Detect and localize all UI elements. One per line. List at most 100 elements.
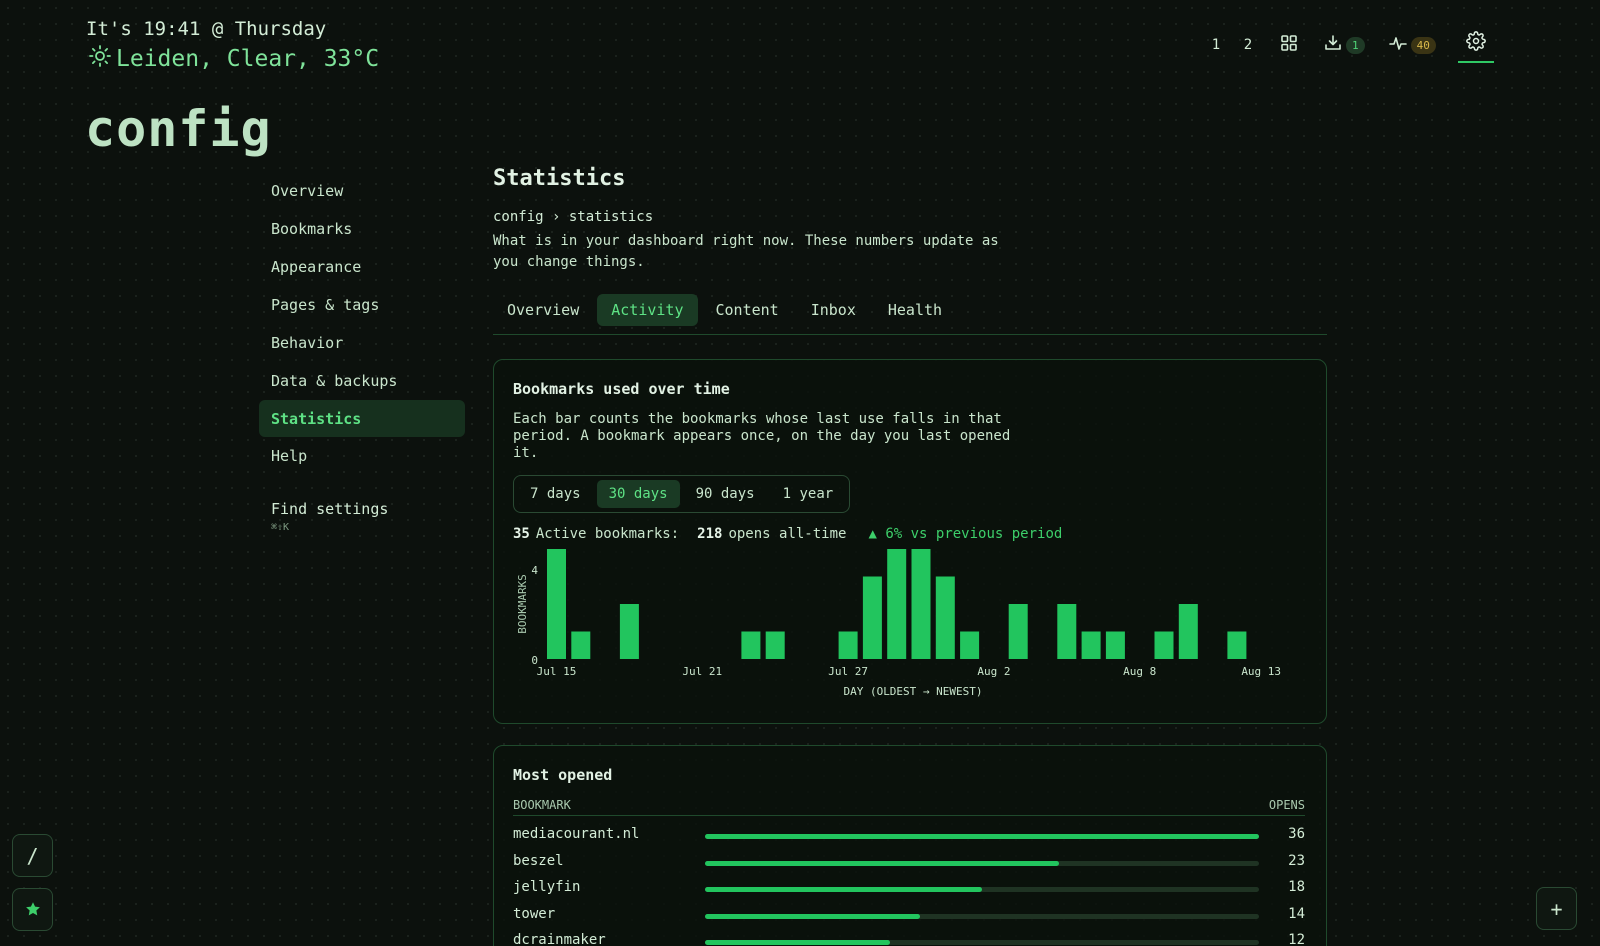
weather: Leiden, Clear, 33°C (88, 44, 379, 74)
y-tick-label: 4 (531, 564, 538, 577)
top-nav: 1 2 1 40 (1200, 27, 1494, 63)
usage-bar-chart: BOOKMARKS40Jul 15 Jul 21 Jul 27 Aug 2 Aug 8A… (516, 549, 1281, 698)
usage-card-title: Bookmarks used over time (513, 380, 730, 398)
usage-card: Bookmarks used over time Each bar counts… (493, 359, 1327, 724)
active-count: 35 (513, 526, 530, 542)
range-7-days[interactable]: 7 days (518, 480, 593, 508)
bookmark-name: dcrainmaker (513, 932, 606, 946)
opens-bar-track (705, 940, 1259, 945)
chart-bar (619, 604, 639, 659)
tab-health[interactable]: Health (874, 294, 956, 326)
range-30-days[interactable]: 30 days (596, 480, 680, 508)
grid-button[interactable] (1280, 34, 1298, 56)
settings-button[interactable] (1457, 27, 1494, 63)
health-button[interactable]: 40 (1388, 34, 1436, 56)
x-tick-label: Jul 27 (828, 665, 868, 678)
sidebar-item-pages-tags[interactable]: Pages & tags (259, 286, 465, 324)
active-label: Active bookmarks: (535, 526, 680, 542)
x-tick-label: Jul 15 (537, 665, 577, 678)
tab-content[interactable]: Content (702, 294, 793, 326)
gear-icon (1466, 31, 1486, 55)
clock: It's 19:41 @ Thursday (86, 18, 327, 40)
range-1-year[interactable]: 1 year (771, 480, 846, 508)
stats-tabs: Overview Activity Content Inbox Health (493, 294, 1327, 335)
col-opens: OPENS (1268, 798, 1305, 812)
main-content: Statistics config › statistics What is i… (493, 160, 1327, 335)
opens-bar-track (705, 913, 1259, 919)
chart-bar (741, 631, 761, 659)
page-2-link[interactable]: 2 (1232, 37, 1264, 53)
sidebar-item-help[interactable]: Help (259, 437, 465, 475)
chart-bar (887, 549, 907, 659)
opens-bar-fill (705, 860, 1059, 866)
pulse-icon (1388, 34, 1407, 56)
app-root: { "header": { "clock": "It's 19:41 @ Thu… (0, 0, 1600, 946)
add-button[interactable]: + (1536, 887, 1577, 930)
list-item[interactable]: tower 14 (513, 904, 1305, 931)
page-1-link[interactable]: 1 (1200, 37, 1232, 53)
most-opened-title: Most opened (513, 766, 613, 784)
list-item[interactable]: jellyfin 18 (513, 877, 1305, 904)
opens-count: 218 (697, 526, 723, 542)
y-axis-label: BOOKMARKS (516, 574, 529, 634)
usage-card-description: Each bar counts the bookmarks whose last… (513, 411, 1011, 461)
inbox-button[interactable]: 1 (1324, 34, 1365, 56)
chart-bar (1105, 631, 1125, 659)
trend-delta: ▲ 6% vs previous period (868, 526, 1063, 542)
tab-overview[interactable]: Overview (493, 294, 593, 326)
opens-bar-track (705, 887, 1259, 892)
list-item[interactable]: dcrainmaker 12 (513, 930, 1305, 946)
sidebar-item-statistics[interactable]: Statistics (259, 400, 465, 437)
bookmark-name: jellyfin (513, 879, 581, 895)
app-title: config (85, 100, 272, 158)
usage-stats: 35 Active bookmarks: 218 opens all-time … (513, 526, 1062, 542)
opens-bar-fill (705, 834, 1259, 839)
chart-bar (1227, 631, 1247, 659)
bookmark-name: beszel (513, 852, 564, 869)
range-selector: 7 days 30 days 90 days 1 year (513, 475, 851, 513)
find-settings-link[interactable]: Find settings (271, 500, 388, 518)
col-bookmark: BOOKMARK (513, 798, 571, 812)
grid-icon (1280, 34, 1298, 56)
chart-bar (1008, 604, 1028, 659)
favorites-button[interactable] (12, 888, 53, 931)
chart-bar (1154, 631, 1174, 659)
chart-bar (911, 549, 931, 659)
weather-text: Leiden, Clear, 33°C (116, 46, 380, 72)
range-90-days[interactable]: 90 days (684, 480, 767, 508)
inbox-count-badge: 1 (1346, 36, 1365, 54)
x-tick-label: Aug 8 (1123, 665, 1156, 678)
chart-bar (838, 631, 858, 659)
opens-count: 23 (1288, 852, 1305, 869)
chart-bar (1178, 604, 1198, 659)
sun-icon (88, 44, 112, 74)
most-opened-card: Most opened BOOKMARK OPENS mediacourant.… (493, 745, 1327, 946)
list-item[interactable]: beszel 23 (513, 851, 1305, 878)
opens-count: 36 (1288, 826, 1305, 842)
find-settings-shortcut: ⌘⇧K (271, 522, 290, 533)
chart-bar (862, 576, 882, 659)
sidebar-item-data-backups[interactable]: Data & backups (259, 362, 465, 400)
bookmark-name: mediacourant.nl (513, 826, 640, 842)
chart-bar (1057, 604, 1077, 659)
list-item[interactable]: mediacourant.nl 36 (513, 824, 1305, 851)
sidebar-item-overview[interactable]: Overview (259, 172, 465, 210)
breadcrumb: config › statistics (493, 209, 654, 225)
sidebar-item-bookmarks[interactable]: Bookmarks (259, 210, 465, 248)
chart-bar (765, 631, 785, 659)
x-axis-label: DAY (OLDEST → NEWEST) (843, 685, 982, 698)
chart-bar (571, 631, 591, 659)
opens-bar-fill (705, 887, 982, 892)
opens-bar-fill (705, 940, 890, 945)
search-button[interactable]: / (12, 834, 53, 877)
x-tick-label: Aug 13 (1241, 665, 1281, 678)
opens-count: 14 (1288, 905, 1305, 922)
sidebar-item-appearance[interactable]: Appearance (259, 248, 465, 286)
tab-activity[interactable]: Activity (597, 294, 698, 326)
tab-inbox[interactable]: Inbox (797, 294, 870, 326)
opens-count: 18 (1288, 879, 1305, 895)
chart-bar (935, 576, 955, 659)
sidebar-item-behavior[interactable]: Behavior (259, 324, 465, 362)
chart-bar (547, 549, 566, 659)
x-tick-label: Jul 21 (682, 665, 722, 678)
